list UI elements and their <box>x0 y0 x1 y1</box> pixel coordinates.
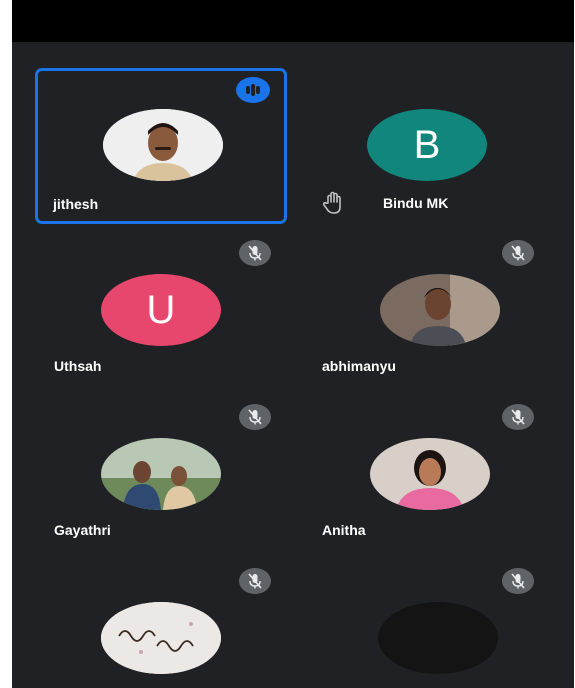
top-bar <box>12 0 574 42</box>
avatar: U <box>101 274 221 346</box>
participant-tile[interactable] <box>302 564 554 688</box>
avatar <box>378 602 498 674</box>
mic-off-icon <box>239 404 271 430</box>
hand-raised-icon <box>320 189 348 217</box>
participant-name: Gayathri <box>54 522 111 538</box>
avatar <box>370 438 490 510</box>
avatar-letter: B <box>413 122 441 167</box>
mic-off-icon <box>239 240 271 266</box>
participant-name: Anitha <box>322 522 366 538</box>
participant-tile-abhimanyu[interactable]: abhimanyu <box>302 236 554 392</box>
participant-name: Uthsah <box>54 358 102 374</box>
avatar <box>103 109 223 181</box>
avatar <box>101 438 221 510</box>
mic-off-icon <box>502 240 534 266</box>
participant-tile[interactable] <box>35 564 287 688</box>
participant-tile-jithesh[interactable]: jithesh <box>35 68 287 224</box>
avatar <box>380 274 500 346</box>
participant-tile-gayathri[interactable]: Gayathri <box>35 400 287 556</box>
participant-name: jithesh <box>53 196 99 212</box>
avatar-letter: U <box>146 287 176 332</box>
participant-tile-uthsah[interactable]: U Uthsah <box>35 236 287 392</box>
participant-name: abhimanyu <box>322 358 396 374</box>
mic-off-icon <box>239 568 271 594</box>
avatar: B <box>367 109 487 181</box>
speaking-indicator-icon <box>236 77 270 103</box>
mic-off-icon <box>502 568 534 594</box>
avatar <box>101 602 221 674</box>
participant-tile-anitha[interactable]: Anitha <box>302 400 554 556</box>
participant-name: Bindu MK <box>383 195 449 211</box>
meeting-screen: jithesh B Bindu MK U Uthsah abhimanyu Ga… <box>12 0 574 688</box>
mic-off-icon <box>502 404 534 430</box>
